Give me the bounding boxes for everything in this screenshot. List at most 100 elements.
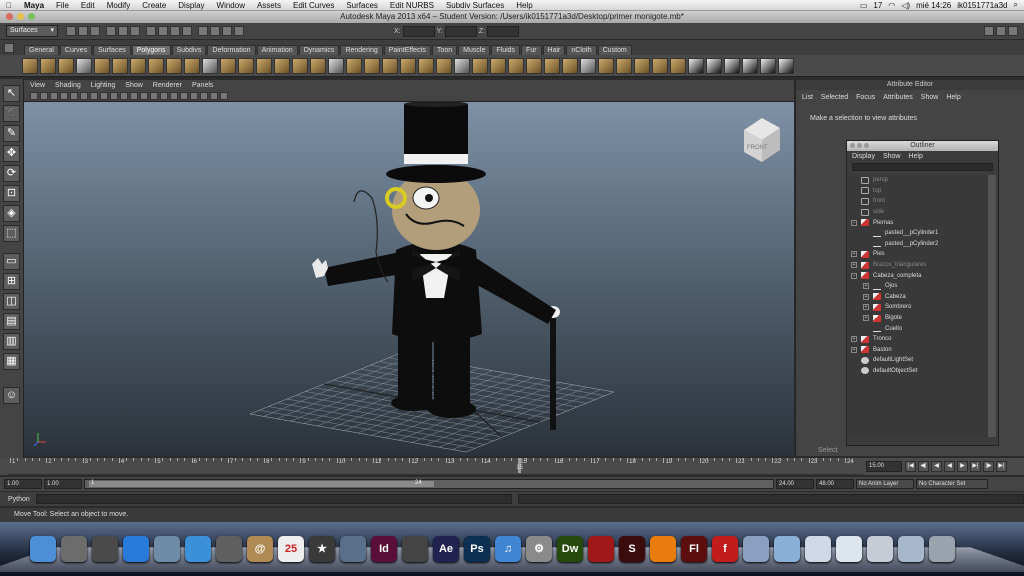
attr-menu-focus[interactable]: Focus bbox=[856, 94, 875, 101]
poly-cylinder-icon[interactable] bbox=[58, 57, 74, 74]
textured-icon[interactable] bbox=[160, 91, 168, 100]
expand-toggle-icon[interactable]: − bbox=[851, 272, 857, 279]
extrude-icon[interactable] bbox=[454, 57, 470, 74]
photo-booth-icon[interactable] bbox=[588, 536, 614, 562]
expand-toggle-icon[interactable]: + bbox=[863, 315, 869, 322]
expand-toggle-icon[interactable]: − bbox=[851, 219, 857, 226]
facetime-icon[interactable] bbox=[216, 536, 242, 562]
tab-dynamics[interactable]: Dynamics bbox=[298, 45, 340, 55]
mac-menu-modify[interactable]: Modify bbox=[101, 1, 137, 10]
open-scene-icon[interactable] bbox=[78, 26, 88, 36]
snap-curve-icon[interactable] bbox=[158, 26, 168, 36]
outliner-item[interactable]: side bbox=[848, 207, 988, 218]
attr-menu-help[interactable]: Help bbox=[946, 94, 960, 101]
help-icon[interactable]: ☺ bbox=[3, 387, 20, 404]
mac-menu-window[interactable]: Window bbox=[211, 1, 251, 10]
outliner-item[interactable]: defaultObjectSet bbox=[848, 366, 988, 377]
save-scene-icon[interactable] bbox=[90, 26, 100, 36]
tab-custom[interactable]: Custom bbox=[597, 45, 632, 55]
snapshot-icon[interactable] bbox=[688, 57, 704, 74]
documents-icon[interactable] bbox=[805, 536, 831, 562]
command-language-label[interactable]: Python bbox=[8, 496, 30, 503]
flash-player-icon[interactable]: f bbox=[712, 536, 738, 562]
preview-icon[interactable] bbox=[154, 536, 180, 562]
uv-editor-icon[interactable] bbox=[652, 57, 668, 74]
perspective-viewport[interactable]: FRONT bbox=[24, 102, 794, 456]
attr-menu-selected[interactable]: Selected bbox=[821, 94, 848, 101]
isolate-select-icon[interactable] bbox=[200, 91, 208, 100]
ink-icon[interactable] bbox=[402, 536, 428, 562]
render-icon[interactable] bbox=[210, 26, 220, 36]
tab-polygons[interactable]: Polygons bbox=[131, 45, 171, 55]
app-store-icon[interactable] bbox=[123, 536, 149, 562]
tab-rendering[interactable]: Rendering bbox=[340, 45, 383, 55]
outliner-item[interactable]: + Brazos_triangulares bbox=[848, 260, 988, 271]
boolean-intersection-icon[interactable] bbox=[346, 57, 362, 74]
panel-menu-renderer[interactable]: Renderer bbox=[153, 82, 182, 89]
app-menu[interactable]: Maya bbox=[18, 1, 50, 10]
calendar-icon[interactable]: 25 bbox=[278, 536, 304, 562]
outliner-menu-display[interactable]: Display bbox=[852, 153, 875, 160]
tab-hair[interactable]: Hair bbox=[542, 45, 566, 55]
outliner-item[interactable]: + Bigote bbox=[848, 313, 988, 324]
outliner-item[interactable]: + Cabeza bbox=[848, 292, 988, 303]
extract-icon[interactable] bbox=[274, 57, 290, 74]
tab-painteffects[interactable]: PaintEffects bbox=[383, 45, 431, 55]
outliner-scrollbar[interactable] bbox=[988, 175, 996, 437]
time-slider[interactable]: 1 2 3 4 5 6 7 8 9 10 11 12 13 14 15 16 17 18 19 20 21 22 23 24 1… bbox=[0, 458, 1024, 475]
expand-toggle-icon[interactable]: + bbox=[851, 346, 857, 353]
smooth-icon[interactable] bbox=[292, 57, 308, 74]
wedge-icon[interactable] bbox=[598, 57, 614, 74]
mac-menu-file[interactable]: File bbox=[50, 1, 75, 10]
interactive-split-icon[interactable] bbox=[580, 57, 596, 74]
snap-plane-icon[interactable] bbox=[182, 26, 192, 36]
photoshop-icon[interactable]: Ps bbox=[464, 536, 490, 562]
select-button[interactable]: Select bbox=[818, 447, 837, 454]
safe-action-icon[interactable] bbox=[120, 91, 128, 100]
flash-icon[interactable]: Fl bbox=[681, 536, 707, 562]
select-object-icon[interactable] bbox=[118, 26, 128, 36]
toggle-tool-settings-icon[interactable] bbox=[1008, 26, 1018, 36]
uv-layout-icon[interactable] bbox=[706, 57, 722, 74]
step-forward-icon[interactable]: ▶| bbox=[970, 461, 981, 472]
expand-toggle-icon[interactable]: + bbox=[851, 336, 857, 343]
select-tool-icon[interactable]: ↖ bbox=[3, 85, 20, 102]
tab-ncloth[interactable]: nCloth bbox=[566, 45, 597, 55]
outliner-item[interactable]: pasted__pCylinder2 bbox=[848, 239, 988, 250]
step-back-icon[interactable]: ◀ bbox=[931, 461, 942, 472]
layout-hypershade-icon[interactable]: ▦ bbox=[3, 353, 20, 370]
mission-control-icon[interactable] bbox=[92, 536, 118, 562]
mac-menu-subdiv-surfaces[interactable]: Subdiv Surfaces bbox=[440, 1, 510, 10]
outliner-item[interactable]: + Tronco bbox=[848, 334, 988, 345]
y-field[interactable] bbox=[444, 25, 477, 37]
outliner-minimize-button[interactable] bbox=[857, 143, 862, 148]
close-window-button[interactable] bbox=[6, 13, 13, 20]
collapse-icon[interactable] bbox=[526, 57, 542, 74]
toggle-channel-box-icon[interactable] bbox=[996, 26, 1006, 36]
mac-menu-assets[interactable]: Assets bbox=[251, 1, 287, 10]
field-chart-icon[interactable] bbox=[110, 91, 118, 100]
outliner-close-button[interactable] bbox=[850, 143, 855, 148]
stylus-icon[interactable]: S bbox=[619, 536, 645, 562]
fill-hole-icon[interactable] bbox=[382, 57, 398, 74]
last-tool-icon[interactable]: ⬚ bbox=[3, 225, 20, 242]
camera-attr-icon[interactable] bbox=[40, 91, 48, 100]
character-set-dropdown[interactable]: No Character Set bbox=[916, 479, 988, 489]
panel-menu-lighting[interactable]: Lighting bbox=[91, 82, 116, 89]
universal-manipulator-icon[interactable]: ◈ bbox=[3, 205, 20, 222]
iphoto-icon[interactable] bbox=[340, 536, 366, 562]
lights-icon[interactable] bbox=[170, 91, 178, 100]
start-time-field[interactable]: 1.00 bbox=[4, 479, 42, 489]
panel-menu-view[interactable]: View bbox=[30, 82, 45, 89]
trash-icon[interactable] bbox=[929, 536, 955, 562]
outliner-item[interactable]: top bbox=[848, 186, 988, 197]
reduce-icon[interactable] bbox=[400, 57, 416, 74]
resolution-gate-icon[interactable] bbox=[90, 91, 98, 100]
mac-menu-edit-nurbs[interactable]: Edit NURBS bbox=[384, 1, 440, 10]
boolean-union-icon[interactable] bbox=[310, 57, 326, 74]
bevel-icon[interactable] bbox=[490, 57, 506, 74]
blender-icon[interactable] bbox=[650, 536, 676, 562]
layout-graph-icon[interactable]: ▥ bbox=[3, 333, 20, 350]
end-time-field[interactable]: 48.00 bbox=[816, 479, 854, 489]
planar-map-icon[interactable] bbox=[724, 57, 740, 74]
